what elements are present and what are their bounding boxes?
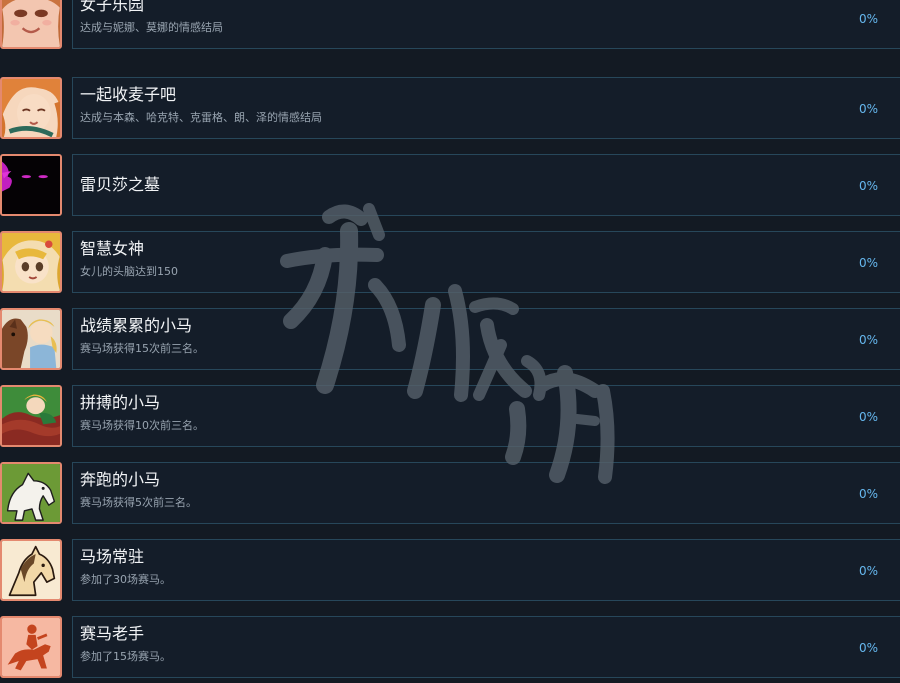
achievement-row[interactable]: 马场常驻 参加了30场赛马。 0% bbox=[0, 539, 900, 616]
achievement-card: 赛马老手 参加了15场赛马。 0% bbox=[72, 616, 900, 678]
achievement-description: 赛马场获得5次前三名。 bbox=[80, 496, 197, 509]
achievement-row[interactable]: 赛马老手 参加了15场赛马。 0% bbox=[0, 616, 900, 683]
achievement-row[interactable]: 智慧女神 女儿的头脑达到150 0% bbox=[0, 231, 900, 308]
achievement-description: 赛马场获得15次前三名。 bbox=[80, 342, 204, 355]
achievement-description: 达成与妮娜、莫娜的情感结局 bbox=[80, 21, 223, 34]
achievement-card: 一起收麦子吧 达成与本森、哈克特、克雷格、朗、泽的情感结局 0% bbox=[72, 77, 900, 139]
achievement-card: 马场常驻 参加了30场赛马。 0% bbox=[72, 539, 900, 601]
achievement-card: 智慧女神 女儿的头脑达到150 0% bbox=[72, 231, 900, 293]
achievement-row[interactable]: 雷贝莎之墓 0% bbox=[0, 154, 900, 231]
achievement-row[interactable]: 拼搏的小马 赛马场获得10次前三名。 0% bbox=[0, 385, 900, 462]
achievement-card: 拼搏的小马 赛马场获得10次前三名。 0% bbox=[72, 385, 900, 447]
horse-head-icon bbox=[0, 539, 62, 601]
achievement-title: 战绩累累的小马 bbox=[80, 316, 193, 335]
ginger-girl-eyes-closed-portrait-icon bbox=[0, 77, 62, 139]
achievement-title: 奔跑的小马 bbox=[80, 470, 161, 489]
jockey-on-horse-icon bbox=[0, 616, 62, 678]
achievement-unlock-percent: 0% bbox=[858, 102, 878, 116]
achievement-description: 参加了30场赛马。 bbox=[80, 573, 171, 586]
achievement-unlock-percent: 0% bbox=[858, 641, 878, 655]
girl-riding-horse-icon bbox=[0, 385, 62, 447]
girl-smiling-portrait-icon bbox=[0, 0, 62, 49]
achievement-title: 雷贝莎之墓 bbox=[80, 175, 161, 194]
achievement-unlock-percent: 0% bbox=[858, 564, 878, 578]
achievement-description: 达成与本森、哈克特、克雷格、朗、泽的情感结局 bbox=[80, 111, 322, 124]
achievement-title: 智慧女神 bbox=[80, 239, 145, 258]
achievement-row[interactable]: 战绩累累的小马 赛马场获得15次前三名。 0% bbox=[0, 308, 900, 385]
white-horse-icon bbox=[0, 462, 62, 524]
achievement-card: 雷贝莎之墓 0% bbox=[72, 154, 900, 216]
achievement-unlock-percent: 0% bbox=[858, 12, 878, 26]
achievement-description: 参加了15场赛马。 bbox=[80, 650, 171, 663]
achievement-description: 女儿的头脑达到150 bbox=[80, 265, 178, 278]
achievement-title: 女子乐园 bbox=[80, 0, 145, 14]
achievement-description: 赛马场获得10次前三名。 bbox=[80, 419, 204, 432]
achievement-card: 女子乐园 达成与妮娜、莫娜的情感结局 0% bbox=[72, 0, 900, 49]
blonde-girl-portrait-icon bbox=[0, 231, 62, 293]
achievement-unlock-percent: 0% bbox=[858, 256, 878, 270]
achievement-card: 奔跑的小马 赛马场获得5次前三名。 0% bbox=[72, 462, 900, 524]
achievement-unlock-percent: 0% bbox=[858, 179, 878, 193]
achievement-unlock-percent: 0% bbox=[858, 487, 878, 501]
achievement-list: 女子乐园 达成与妮娜、莫娜的情感结局 0% 一起收麦子吧 达成与本森、哈克特、克… bbox=[0, 0, 900, 683]
achievement-title: 马场常驻 bbox=[80, 547, 145, 566]
achievement-unlock-percent: 0% bbox=[858, 410, 878, 424]
achievement-row[interactable]: 奔跑的小马 赛马场获得5次前三名。 0% bbox=[0, 462, 900, 539]
achievement-unlock-percent: 0% bbox=[858, 333, 878, 347]
achievement-title: 拼搏的小马 bbox=[80, 393, 161, 412]
achievement-title: 一起收麦子吧 bbox=[80, 85, 177, 104]
achievement-title: 赛马老手 bbox=[80, 624, 145, 643]
girl-with-brown-horse-icon bbox=[0, 308, 62, 370]
achievement-card: 战绩累累的小马 赛马场获得15次前三名。 0% bbox=[72, 308, 900, 370]
achievement-row[interactable]: 一起收麦子吧 达成与本森、哈克特、克雷格、朗、泽的情感结局 0% bbox=[0, 77, 900, 154]
shadow-figure-glowing-eyes-icon bbox=[0, 154, 62, 216]
achievement-row[interactable]: 女子乐园 达成与妮娜、莫娜的情感结局 0% bbox=[0, 0, 900, 64]
